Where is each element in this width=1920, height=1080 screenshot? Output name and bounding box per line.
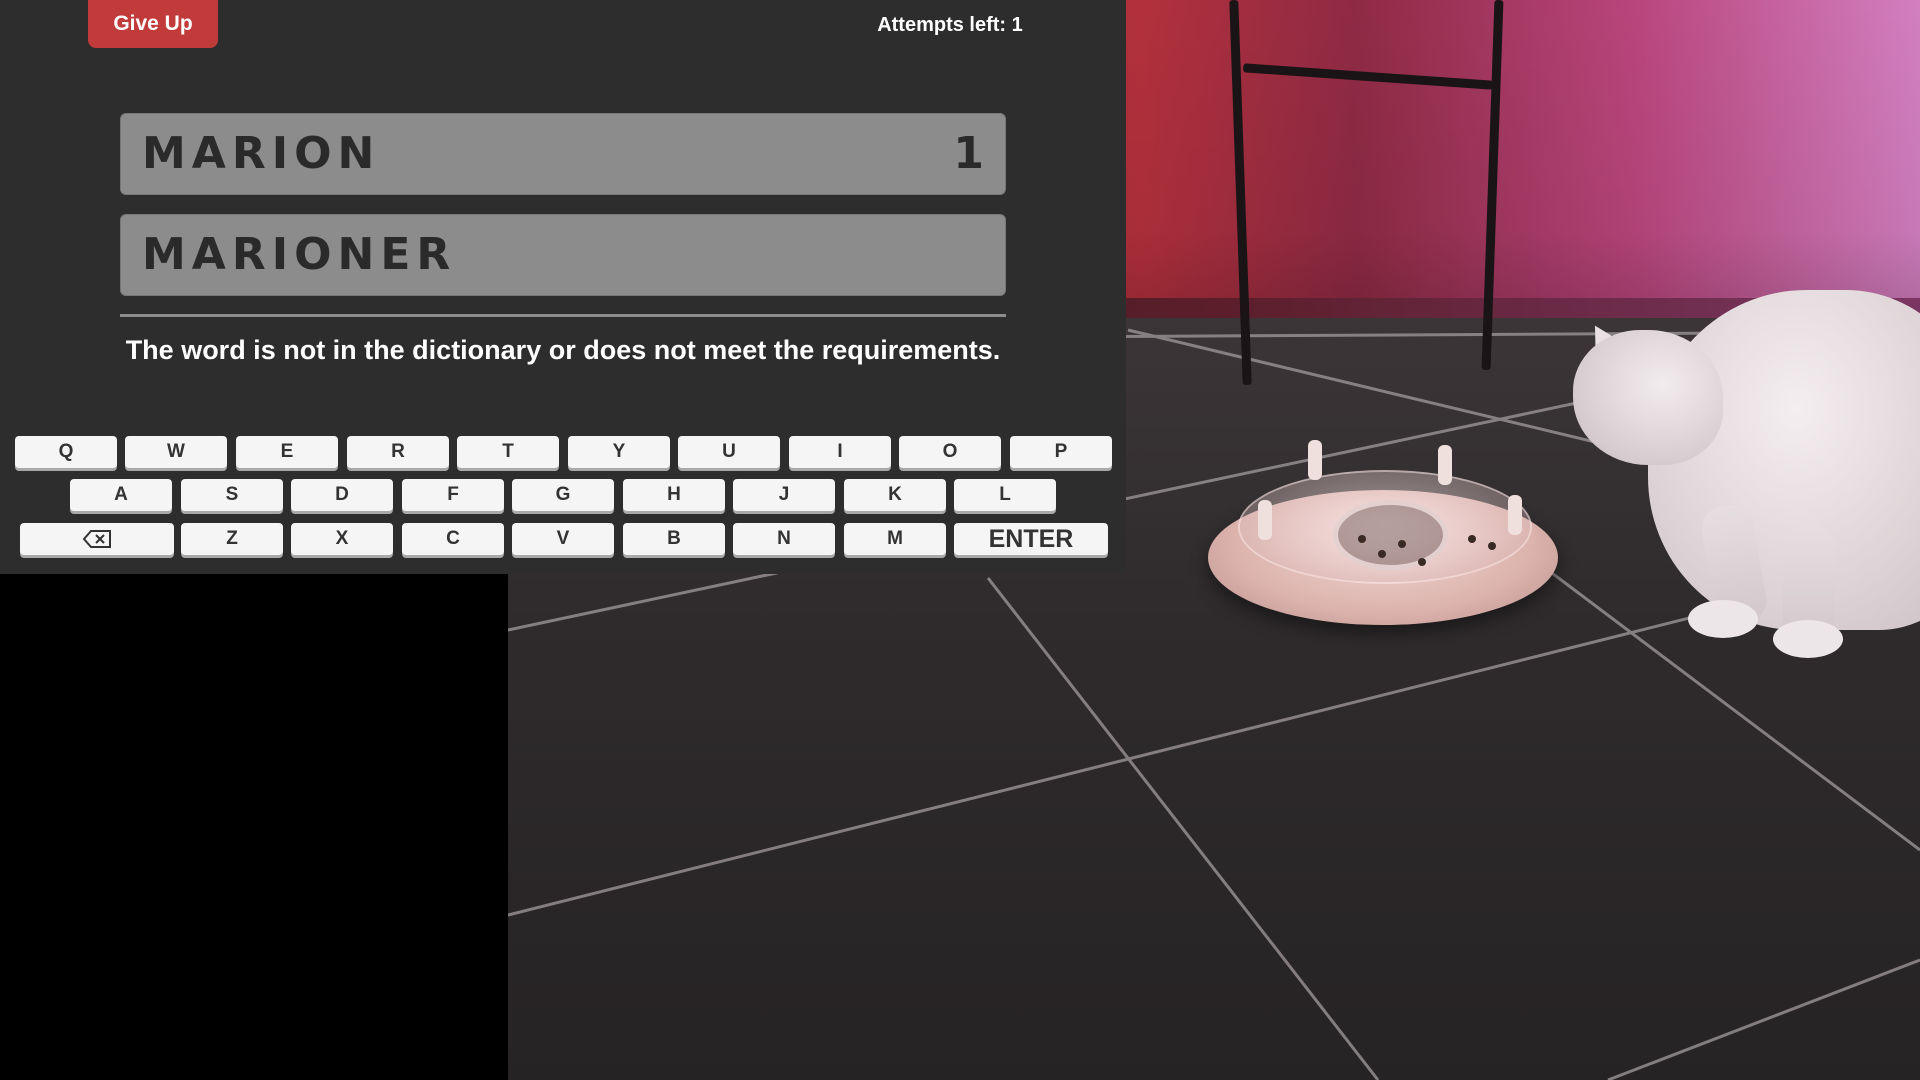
give-up-button[interactable]: Give Up	[88, 0, 218, 48]
key-l[interactable]: L	[954, 479, 1056, 511]
guess-score: 1	[953, 128, 984, 179]
enter-key[interactable]: ENTER	[954, 523, 1108, 555]
guess-row: MARIONER	[120, 214, 1006, 296]
keyboard-row-1: Q W E R T Y U I O P	[0, 436, 1126, 470]
key-t[interactable]: T	[457, 436, 559, 468]
key-k[interactable]: K	[844, 479, 946, 511]
key-g[interactable]: G	[512, 479, 614, 511]
key-u[interactable]: U	[678, 436, 780, 468]
key-y[interactable]: Y	[568, 436, 670, 468]
key-z[interactable]: Z	[181, 523, 283, 555]
white-cat	[1553, 265, 1920, 675]
guess-word: MARIONER	[142, 229, 457, 280]
puzzle-feeder	[1208, 440, 1558, 630]
key-v[interactable]: V	[512, 523, 614, 555]
key-n[interactable]: N	[733, 523, 835, 555]
guess-row: MARION 1	[120, 113, 1006, 195]
key-b[interactable]: B	[623, 523, 725, 555]
key-x[interactable]: X	[291, 523, 393, 555]
key-m[interactable]: M	[844, 523, 946, 555]
key-r[interactable]: R	[347, 436, 449, 468]
key-q[interactable]: Q	[15, 436, 117, 468]
key-s[interactable]: S	[181, 479, 283, 511]
key-o[interactable]: O	[899, 436, 1001, 468]
divider	[120, 314, 1006, 317]
key-p[interactable]: P	[1010, 436, 1112, 468]
backspace-icon	[82, 530, 111, 548]
keyboard-row-3: Z X C V B N M ENTER	[0, 523, 1126, 557]
key-a[interactable]: A	[70, 479, 172, 511]
key-e[interactable]: E	[236, 436, 338, 468]
backspace-key[interactable]	[20, 523, 174, 555]
word-game-panel: Give Up Attempts left: 1 MARION 1 MARION…	[0, 0, 1126, 574]
error-message: The word is not in the dictionary or doe…	[125, 335, 1001, 365]
key-j[interactable]: J	[733, 479, 835, 511]
keyboard-row-2: A S D F G H J K L	[0, 479, 1126, 513]
key-f[interactable]: F	[402, 479, 504, 511]
key-d[interactable]: D	[291, 479, 393, 511]
key-h[interactable]: H	[623, 479, 725, 511]
key-i[interactable]: I	[789, 436, 891, 468]
guess-word: MARION	[142, 128, 381, 179]
attempts-left-label: Attempts left: 1	[877, 14, 1023, 36]
key-w[interactable]: W	[125, 436, 227, 468]
key-c[interactable]: C	[402, 523, 504, 555]
